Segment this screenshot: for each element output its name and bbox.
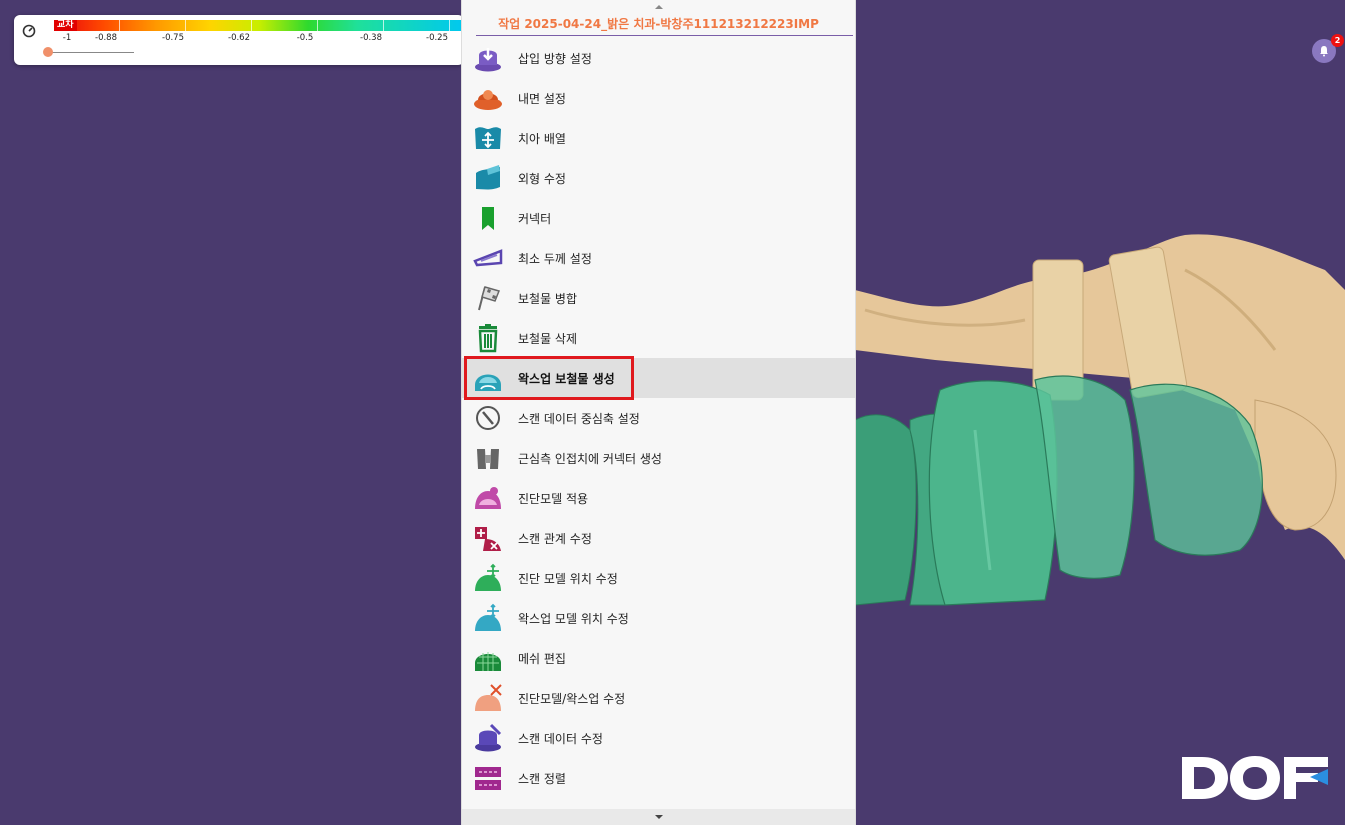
title-divider	[476, 35, 853, 36]
menu-item-connector[interactable]: 커넥터	[462, 198, 855, 238]
menu-item-waxup-position[interactable]: 왁스업 모델 위치 수정	[462, 598, 855, 638]
color-scale-bar: 교차	[54, 20, 464, 31]
deviation-scale-panel: 교차 -1 -0.88 -0.75 -0.62 -0.5 -0.38 -0.25	[14, 15, 464, 65]
menu-item-shape-edit[interactable]: 외형 수정	[462, 158, 855, 198]
menu-item-label: 내면 설정	[518, 91, 566, 106]
menu-item-label: 메쉬 편집	[518, 651, 566, 666]
menu-item-diagnostic-model[interactable]: 진단모델 적용	[462, 478, 855, 518]
scale-tick: -0.5	[296, 33, 314, 43]
dof-logo	[1182, 756, 1328, 800]
menu-item-scan-align[interactable]: 스캔 정렬	[462, 758, 855, 798]
menu-item-label: 보철물 삭제	[518, 331, 578, 346]
menu-item-label: 삽입 방향 설정	[518, 51, 592, 66]
waxup-position-icon	[475, 603, 501, 631]
menu-item-adjacent-connector[interactable]: 근심측 인접치에 커넥터 생성	[462, 438, 855, 478]
shape-edit-icon	[476, 165, 500, 190]
menu-item-tooth-arrangement[interactable]: 치아 배열	[462, 118, 855, 158]
trash-icon	[478, 324, 498, 353]
dental-3d-view[interactable]	[855, 230, 1345, 610]
menu-scroll-up[interactable]	[462, 0, 855, 14]
menu-item-label: 보철물 병합	[518, 291, 578, 306]
scan-relation-icon	[475, 527, 501, 551]
insertion-direction-icon	[475, 48, 501, 72]
menu-item-label: 스캔 데이터 중심축 설정	[518, 411, 640, 426]
merge-flag-icon	[478, 286, 501, 311]
menu-item-mesh-edit[interactable]: 메쉬 편집	[462, 638, 855, 678]
scale-tick: -0.75	[162, 33, 184, 43]
menu-item-scan-relation[interactable]: 스캔 관계 수정	[462, 518, 855, 558]
menu-item-min-thickness[interactable]: 최소 두께 설정	[462, 238, 855, 278]
notification-badge: 2	[1331, 34, 1344, 47]
tooth-arrangement-icon	[475, 127, 501, 149]
scan-data-edit-icon	[475, 723, 502, 752]
diagnostic-model-icon	[475, 487, 501, 509]
scale-label: 교차	[54, 20, 77, 31]
menu-item-label: 외형 수정	[518, 171, 566, 186]
menu-item-label: 근심측 인접치에 커넥터 생성	[518, 451, 662, 466]
menu-item-waxup-create[interactable]: 왁스업 보철물 생성	[462, 358, 855, 398]
menu-item-label: 진단모델 적용	[518, 491, 589, 506]
menu-item-inner-surface[interactable]: 내면 설정	[462, 78, 855, 118]
menu-item-merge[interactable]: 보철물 병합	[462, 278, 855, 318]
menu-item-label: 스캔 데이터 수정	[518, 731, 603, 746]
menu-item-label: 왁스업 보철물 생성	[518, 371, 615, 386]
diagnostic-position-icon	[475, 563, 501, 591]
menu-item-scan-data-edit[interactable]: 스캔 데이터 수정	[462, 718, 855, 758]
menu-item-delete[interactable]: 보철물 삭제	[462, 318, 855, 358]
menu-item-diagnostic-position[interactable]: 진단 모델 위치 수정	[462, 558, 855, 598]
tool-menu: 작업 2025-04-24_밝은 치과-박창주111213212223IMP 삽…	[461, 0, 856, 825]
waxup-create-icon	[475, 374, 501, 391]
menu-item-label: 최소 두께 설정	[518, 251, 592, 266]
gauge-icon[interactable]	[22, 24, 36, 38]
scale-slider-handle[interactable]	[43, 47, 53, 57]
scale-tick: -0.88	[95, 33, 117, 43]
scale-tick: -0.62	[228, 33, 250, 43]
diagnostic-waxup-edit-icon	[475, 684, 502, 711]
scan-align-icon	[475, 767, 501, 790]
adjacent-connector-icon	[477, 449, 499, 469]
menu-item-label: 왁스업 모델 위치 수정	[518, 611, 629, 626]
menu-item-insertion-direction[interactable]: 삽입 방향 설정	[462, 38, 855, 78]
menu-item-label: 치아 배열	[518, 131, 566, 146]
menu-item-label: 커넥터	[518, 211, 552, 226]
menu-item-diagnostic-waxup-edit[interactable]: 진단모델/왁스업 수정	[462, 678, 855, 718]
scale-tick: -0.38	[360, 33, 382, 43]
thickness-icon	[473, 249, 503, 267]
chevron-up-icon	[654, 5, 663, 9]
menu-item-axis[interactable]: 스캔 데이터 중심축 설정	[462, 398, 855, 438]
inner-surface-icon	[474, 90, 502, 110]
mesh-edit-icon	[475, 652, 501, 671]
scale-slider-track[interactable]	[48, 52, 134, 53]
menu-item-label: 스캔 관계 수정	[518, 531, 592, 546]
menu-item-label: 스캔 정렬	[518, 771, 566, 786]
menu-item-label: 진단 모델 위치 수정	[518, 571, 618, 586]
bell-icon	[1320, 46, 1328, 57]
chevron-down-icon	[654, 815, 663, 819]
menu-scroll-down[interactable]	[462, 809, 855, 825]
scale-tick: -0.25	[426, 33, 448, 43]
menu-title: 작업 2025-04-24_밝은 치과-박창주111213212223IMP	[498, 17, 819, 31]
axis-icon	[476, 406, 500, 430]
scale-tick: -1	[62, 33, 72, 43]
connector-icon	[482, 207, 494, 230]
menu-item-label: 진단모델/왁스업 수정	[518, 691, 626, 706]
